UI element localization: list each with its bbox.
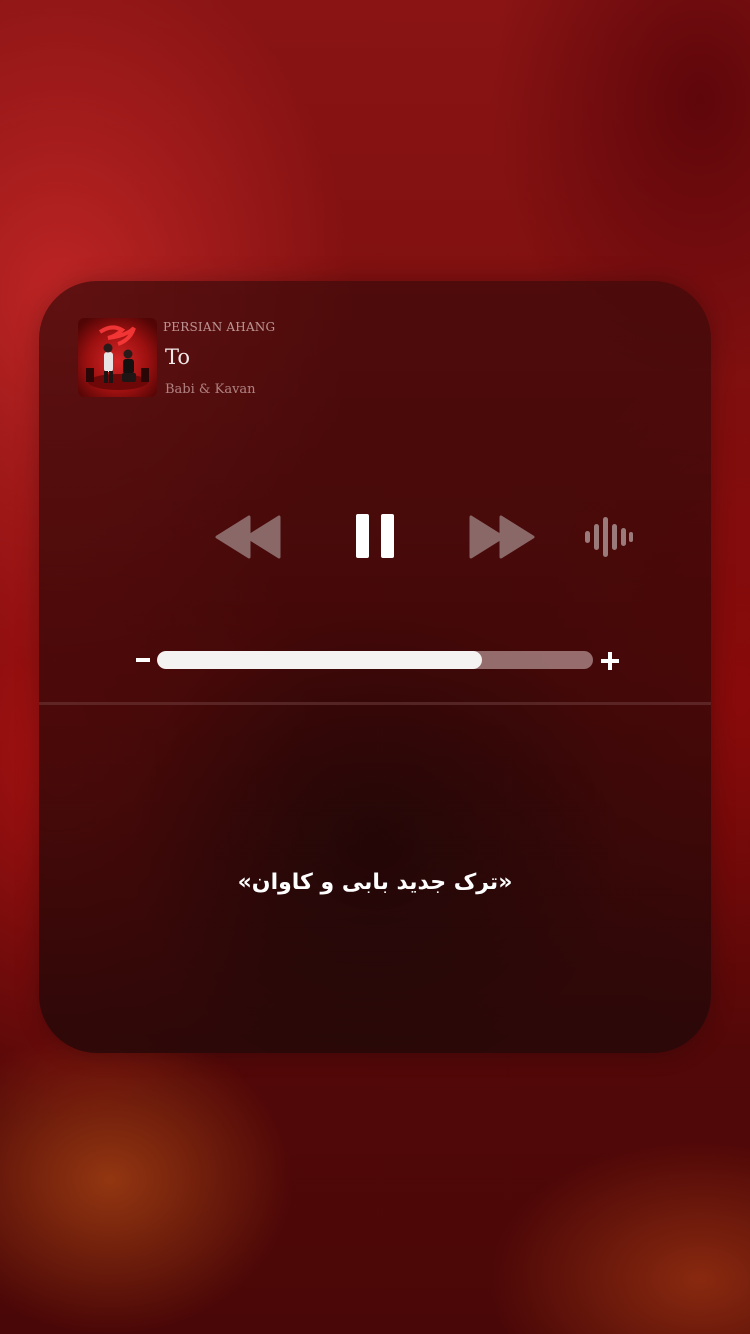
volume-slider-fill	[157, 651, 482, 669]
pause-icon	[356, 514, 394, 558]
rewind-button[interactable]	[215, 515, 281, 559]
artist-name: Babi & Kavan	[165, 382, 256, 397]
rewind-icon	[215, 515, 281, 559]
audio-output-button[interactable]	[584, 516, 634, 558]
fast-forward-icon	[469, 515, 535, 559]
pause-button[interactable]	[355, 513, 395, 559]
minus-icon	[136, 658, 150, 662]
now-playing-card: PERSIAN AHANG To Babi & Kavan «ترک جدید …	[39, 281, 711, 1053]
volume-up-button[interactable]	[601, 652, 619, 670]
plus-icon	[601, 652, 619, 670]
album-art[interactable]	[78, 318, 157, 397]
audio-waveform-icon	[585, 517, 633, 557]
track-title: To	[165, 345, 191, 369]
album-art-image	[78, 318, 157, 397]
fast-forward-button[interactable]	[469, 515, 535, 559]
source-label: PERSIAN AHANG	[163, 320, 276, 334]
volume-down-button[interactable]	[135, 652, 151, 668]
caption-text: «ترک جدید بابی و کاوان»	[237, 870, 513, 895]
divider	[39, 702, 711, 705]
volume-slider[interactable]	[157, 651, 593, 669]
